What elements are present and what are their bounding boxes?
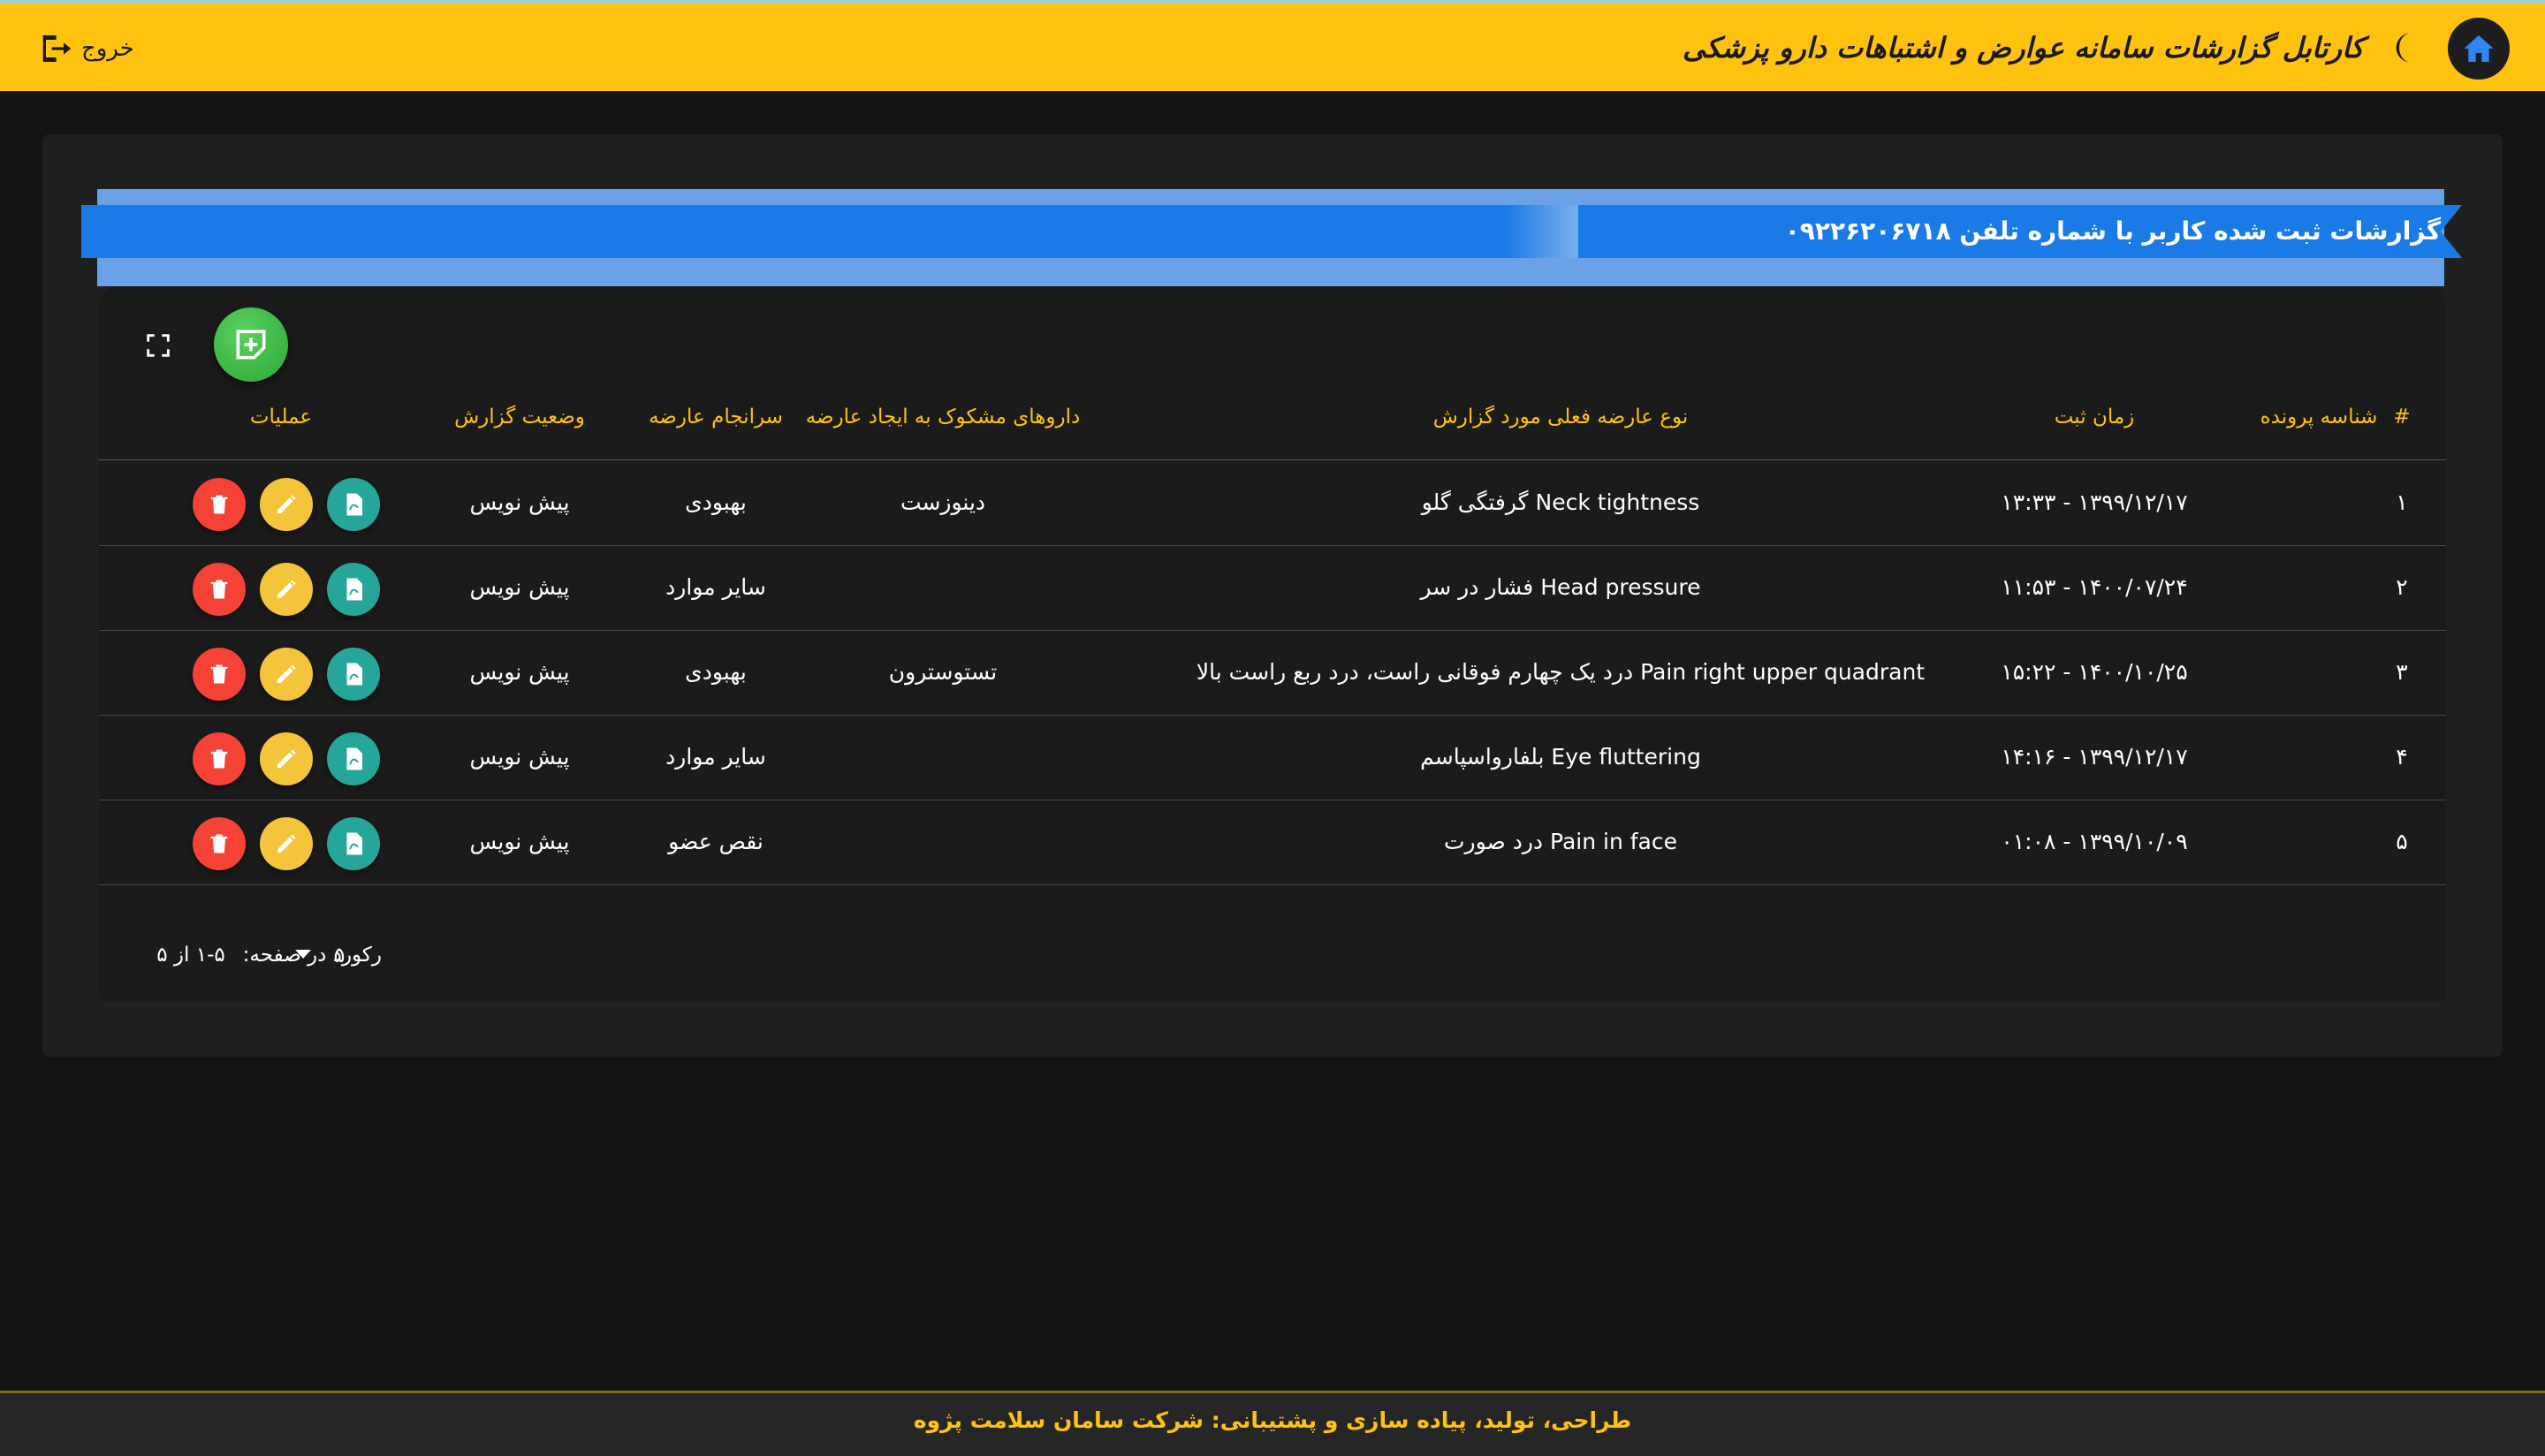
- delete-button[interactable]: [193, 817, 246, 870]
- table-row: ۴ ۱۳۹۹/۱۲/۱۷ - ۱۴:۱۶ Eye fluttering بلفارو…: [99, 715, 2446, 800]
- logout-button[interactable]: خروج: [37, 27, 134, 71]
- cell-index: ۱: [2396, 489, 2408, 515]
- rows-per-page-label: رکورد در صفحه:: [242, 944, 382, 967]
- trash-icon: [210, 495, 228, 514]
- add-note-icon: [236, 330, 266, 360]
- reports-card: # شناسه پرونده زمان ثبت نوع عارضه فعلی م…: [99, 286, 2446, 1002]
- add-report-button[interactable]: [214, 307, 288, 382]
- fullscreen-icon[interactable]: [143, 330, 173, 360]
- trash-icon: [210, 664, 228, 684]
- table-row: ۱ ۱۳۹۹/۱۲/۱۷ - ۱۳:۳۳ Neck tightness گرفتگی…: [99, 460, 2446, 546]
- chevron-down-icon[interactable]: [295, 950, 311, 959]
- edit-button[interactable]: [260, 732, 313, 785]
- table-row: ۲ ۱۴۰۰/۰۷/۲۴ - ۱۱:۵۳ Head pressure فشار در…: [99, 545, 2446, 631]
- delete-button[interactable]: [193, 648, 246, 701]
- cell-outcome: سایر موارد: [665, 574, 766, 600]
- pdf-button[interactable]: [327, 478, 380, 531]
- pdf-button[interactable]: [327, 817, 380, 870]
- cell-status: پیش نویس: [469, 574, 570, 600]
- trash-icon: [210, 749, 228, 769]
- edit-button[interactable]: [260, 563, 313, 616]
- cell-status: پیش نویس: [469, 659, 570, 685]
- col-file-id[interactable]: شناسه پرونده: [2260, 375, 2378, 459]
- rows-per-page-value[interactable]: ۵: [334, 909, 346, 1002]
- cell-index: ۵: [2396, 829, 2408, 854]
- cell-time: ۱۴۰۰/۰۷/۲۴ - ۱۱:۵۳: [2001, 574, 2188, 600]
- main-panel: گزارشات ثبت شده کاربر با شماره تلفن ۰۹۲۲…: [42, 134, 2503, 1057]
- col-status[interactable]: وضعیت گزارش: [454, 375, 585, 459]
- pdf-button[interactable]: [327, 648, 380, 701]
- cell-reaction: Head pressure فشار در سر: [1420, 574, 1701, 600]
- cell-index: ۴: [2396, 744, 2408, 770]
- table-row: ۵ ۱۳۹۹/۱۰/۰۹ - ۰۱:۰۸ Pain in face درد صورت…: [99, 800, 2446, 885]
- delete-button[interactable]: [193, 563, 246, 616]
- pdf-button[interactable]: [327, 563, 380, 616]
- pagination-range: ۱-۵ از ۵: [156, 944, 225, 967]
- pencil-icon: [277, 580, 296, 598]
- cell-status: پیش نویس: [469, 489, 570, 515]
- cell-status: پیش نویس: [469, 829, 570, 854]
- cell-status: پیش نویس: [469, 744, 570, 770]
- logout-label: خروج: [81, 35, 134, 62]
- cell-time: ۱۳۹۹/۱۲/۱۷ - ۱۴:۱۶: [2001, 744, 2188, 770]
- cell-index: ۲: [2396, 574, 2408, 600]
- cell-time: ۱۳۹۹/۱۰/۰۹ - ۰۱:۰۸: [2001, 829, 2188, 854]
- edit-button[interactable]: [260, 817, 313, 870]
- cell-time: ۱۳۹۹/۱۲/۱۷ - ۱۳:۳۳: [2001, 489, 2188, 515]
- col-reaction[interactable]: نوع عارضه فعلی مورد گزارش: [1433, 375, 1689, 459]
- footer: طراحی، تولید، پیاده سازی و پشتیبانی: شرک…: [0, 1391, 2545, 1456]
- footer-credit: طراحی، تولید، پیاده سازی و پشتیبانی: شرک…: [913, 1407, 1632, 1433]
- pencil-icon: [277, 834, 296, 853]
- pdf-icon: [346, 663, 362, 686]
- pdf-icon: [346, 493, 362, 516]
- col-index: #: [2393, 406, 2411, 428]
- cell-index: ۳: [2396, 659, 2408, 685]
- edit-button[interactable]: [260, 648, 313, 701]
- col-outcome[interactable]: سرانجام عارضه: [649, 375, 783, 459]
- col-time[interactable]: زمان ثبت: [2055, 375, 2135, 459]
- col-drugs[interactable]: داروهای مشکوک به ایجاد عارضه: [806, 375, 1081, 459]
- pdf-icon: [346, 578, 362, 601]
- cell-outcome: سایر موارد: [665, 744, 766, 770]
- cell-drugs: دینوزست: [900, 489, 986, 515]
- home-icon: [2464, 35, 2494, 62]
- cell-time: ۱۴۰۰/۱۰/۲۵ - ۱۵:۲۲: [2001, 659, 2188, 685]
- pencil-icon: [277, 495, 296, 513]
- trash-icon: [210, 580, 228, 599]
- app-title: کارتابل گزارشات سامانه عوارض و اشتباهات …: [1682, 31, 2364, 64]
- cell-outcome: بهبودی: [685, 659, 747, 685]
- pencil-icon: [277, 664, 296, 683]
- cell-reaction: Neck tightness گرفتگی گلو: [1421, 489, 1700, 515]
- delete-button[interactable]: [193, 478, 246, 531]
- pdf-icon: [346, 747, 362, 770]
- home-button[interactable]: [2448, 18, 2510, 80]
- cell-reaction: Pain right upper quadrant درد یک چهارم ف…: [1196, 659, 1926, 685]
- cell-drugs: تستوسترون: [888, 659, 998, 685]
- pdf-button[interactable]: [327, 732, 380, 785]
- panel-heading: گزارشات ثبت شده کاربر با شماره تلفن ۰۹۲۲…: [1784, 216, 2441, 246]
- pencil-icon: [277, 749, 296, 768]
- trash-icon: [210, 834, 228, 853]
- delete-button[interactable]: [193, 732, 246, 785]
- cell-reaction: Eye fluttering بلفارواسپاسم: [1420, 744, 1701, 770]
- cell-outcome: نقص عضو: [668, 829, 764, 854]
- pagination: رکورد در صفحه: ۵ ۱-۵ از ۵: [99, 909, 2446, 1002]
- table-header: # شناسه پرونده زمان ثبت نوع عارضه فعلی م…: [99, 375, 2446, 460]
- moon-icon[interactable]: [2390, 30, 2426, 65]
- top-bar: کارتابل گزارشات سامانه عوارض و اشتباهات …: [0, 0, 2545, 91]
- ribbon-left: [81, 205, 1615, 258]
- cell-reaction: Pain in face درد صورت: [1444, 829, 1677, 854]
- col-actions: عملیات: [249, 406, 313, 428]
- cell-outcome: بهبودی: [685, 489, 747, 515]
- logout-icon: [42, 35, 72, 62]
- table-row: ۳ ۱۴۰۰/۱۰/۲۵ - ۱۵:۲۲ Pain right upper quad…: [99, 630, 2446, 716]
- pdf-icon: [346, 832, 362, 855]
- edit-button[interactable]: [260, 478, 313, 531]
